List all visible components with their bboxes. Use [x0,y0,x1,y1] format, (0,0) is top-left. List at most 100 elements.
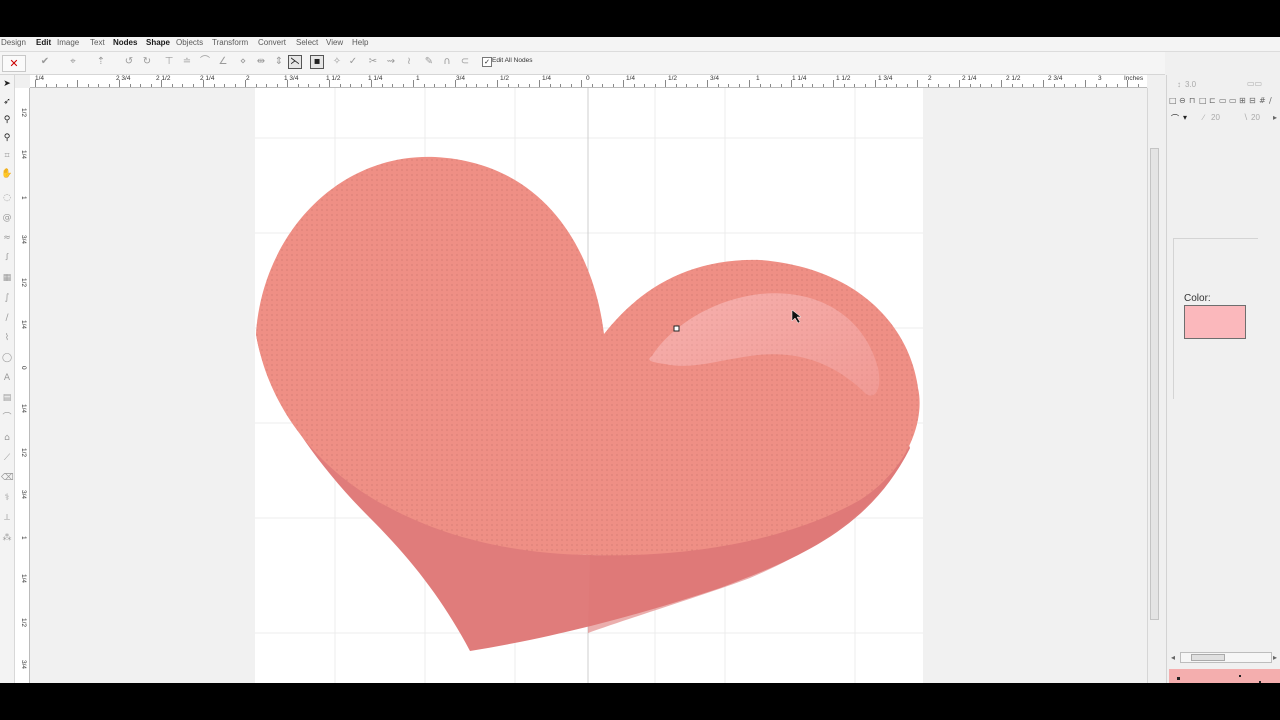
node-align-icon[interactable]: ⇕ [272,55,286,69]
h-ruler-label: 1/4 [35,75,45,82]
distribute-icon[interactable]: ⇹ [254,55,268,69]
arrow-select-icon[interactable]: ➤ [1,77,13,91]
h-ruler-label: 1/4 [626,75,636,82]
align-icon[interactable]: ▭ [1219,96,1227,105]
menu-edit[interactable]: Edit [36,38,51,47]
rotate-left-icon[interactable]: ↺ [122,55,136,69]
stitch-preview[interactable] [1169,669,1280,683]
scrollbar-thumb[interactable] [1150,148,1159,620]
accept-icon[interactable]: ✔ [38,55,52,69]
brush-icon[interactable]: ∫ [1,291,13,305]
design-canvas[interactable] [30,88,1147,683]
menu-nodes[interactable]: Nodes [113,38,137,47]
measure-icon[interactable]: ⟂ [1,511,13,525]
ruler-tick [875,80,876,87]
menu-objects[interactable]: Objects [176,38,203,47]
hash-icon[interactable]: # [1259,96,1266,105]
fill-icon[interactable]: ▦ [1,271,13,285]
line-icon[interactable]: ∕ [1,311,13,325]
node-up-icon[interactable]: ⇡ [94,55,108,69]
node-select-icon[interactable]: ⌖ [66,55,80,69]
close-icon[interactable]: ✕ [2,55,26,72]
node-mode-icon[interactable]: ⋋ [288,55,302,69]
menu-design[interactable]: Design [1,38,26,47]
color-swatch[interactable] [1184,305,1246,339]
arc-icon[interactable]: ∩ [440,55,454,69]
wave-icon[interactable]: ≈ [1,231,13,245]
zoom-out-icon[interactable]: ⚲ [1,131,13,145]
smooth-icon[interactable]: ≀ [402,55,416,69]
menu-image[interactable]: Image [57,38,79,47]
v-ruler-label: 1/2 [20,618,27,628]
scroll-left-icon[interactable]: ◂ [1171,653,1175,662]
dropper-icon[interactable]: ⚕ [1,491,13,505]
extra-tool-icon[interactable]: ⁂ [1,531,13,545]
node-sparkle-icon[interactable]: ✧ [330,55,344,69]
slash-icon[interactable]: ∕ [1269,96,1272,105]
join-icon[interactable]: ⇝ [384,55,398,69]
menu-transform[interactable]: Transform [212,38,248,47]
selected-node-handle[interactable] [673,325,680,332]
zoom-icon[interactable]: ⚲ [1,113,13,127]
panel-scrollbar[interactable] [1180,652,1272,663]
rect-icon[interactable]: □ [1169,96,1177,105]
lasso-icon[interactable]: ◌ [1,191,13,205]
curve-icon[interactable]: ⌒ [198,55,212,69]
fill-type-icon[interactable]: ⊏ [1209,96,1216,105]
v-ruler-label: 3/4 [20,235,27,245]
align-top-icon[interactable]: ⊤ [162,55,176,69]
v-ruler-label: 1 [20,196,27,200]
fill-tool-icon[interactable]: ▤ [1,391,13,405]
knife-icon[interactable]: ⟋ [1,451,13,465]
spiral-icon[interactable]: @ [1,211,13,225]
menu-text[interactable]: Text [90,38,105,47]
h-ruler-label: 1 [416,75,420,82]
ruler-tick [907,84,908,87]
h-ruler-label: 3/4 [710,75,720,82]
ruler-tick [424,84,425,87]
stamp-icon[interactable]: ⌂ [1,431,13,445]
menu-shape[interactable]: Shape [146,38,170,47]
eraser-icon[interactable]: ⌫ [1,471,14,485]
panel-scrollbar-thumb[interactable] [1191,654,1225,661]
scroll-right-icon[interactable]: ▸ [1273,653,1277,662]
text-tool-icon[interactable]: A [1,371,13,385]
curve-node-icon[interactable]: ⊖ [1179,96,1186,105]
ruler-tick [623,80,624,87]
preview-stitch [1259,681,1261,683]
snap-node-icon[interactable]: ▪ [310,55,324,69]
menu-view[interactable]: View [326,38,343,47]
list-icon[interactable]: ⊟ [1249,96,1256,105]
edit-all-nodes-checkbox[interactable]: ✓ [482,57,492,67]
vertical-scrollbar[interactable] [1147,88,1160,683]
node-check-icon[interactable]: ✓ [346,55,360,69]
h-ruler-label: 2 1/4 [962,75,977,82]
break-icon[interactable]: ✂ [366,55,380,69]
freehand-icon[interactable]: ⌇ [1,331,13,345]
curve-tool-icon[interactable]: ⌒ [1,411,13,425]
stitch-icon[interactable]: ꭍ [1,251,13,265]
grid-icon[interactable]: ⊞ [1239,96,1246,105]
expand-icon[interactable]: ▸ [1273,113,1277,122]
layers-icon[interactable]: ▭ [1229,96,1237,105]
ruler-tick [1085,80,1086,87]
rotate-right-icon[interactable]: ↻ [140,55,154,69]
pan-icon[interactable]: ✋ [1,167,13,181]
curve-tool-icon[interactable]: ⊂ [458,55,472,69]
menu-select[interactable]: Select [296,38,318,47]
square-icon[interactable]: □ [1199,96,1207,105]
ruler-tick [613,84,614,87]
pen-icon[interactable]: ✎ [422,55,436,69]
panel-toggle-icon[interactable]: ▭▭ [1247,79,1262,88]
flip-icon[interactable]: ⋄ [236,55,250,69]
corner-icon[interactable]: ∠ [216,55,230,69]
fit-icon[interactable]: ⌗ [1,149,13,163]
node-edit-icon[interactable]: ➶ [1,95,13,109]
arc-icon[interactable]: ⌒ [1171,113,1179,124]
shape-icon[interactable]: ◯ [1,351,13,365]
menu-help[interactable]: Help [352,38,368,47]
align-middle-icon[interactable]: ≐ [180,55,194,69]
stitch-type-icon[interactable]: ⊓ [1189,96,1195,105]
dropdown-chevron-icon[interactable]: ▾ [1183,113,1187,122]
menu-convert[interactable]: Convert [258,38,286,47]
